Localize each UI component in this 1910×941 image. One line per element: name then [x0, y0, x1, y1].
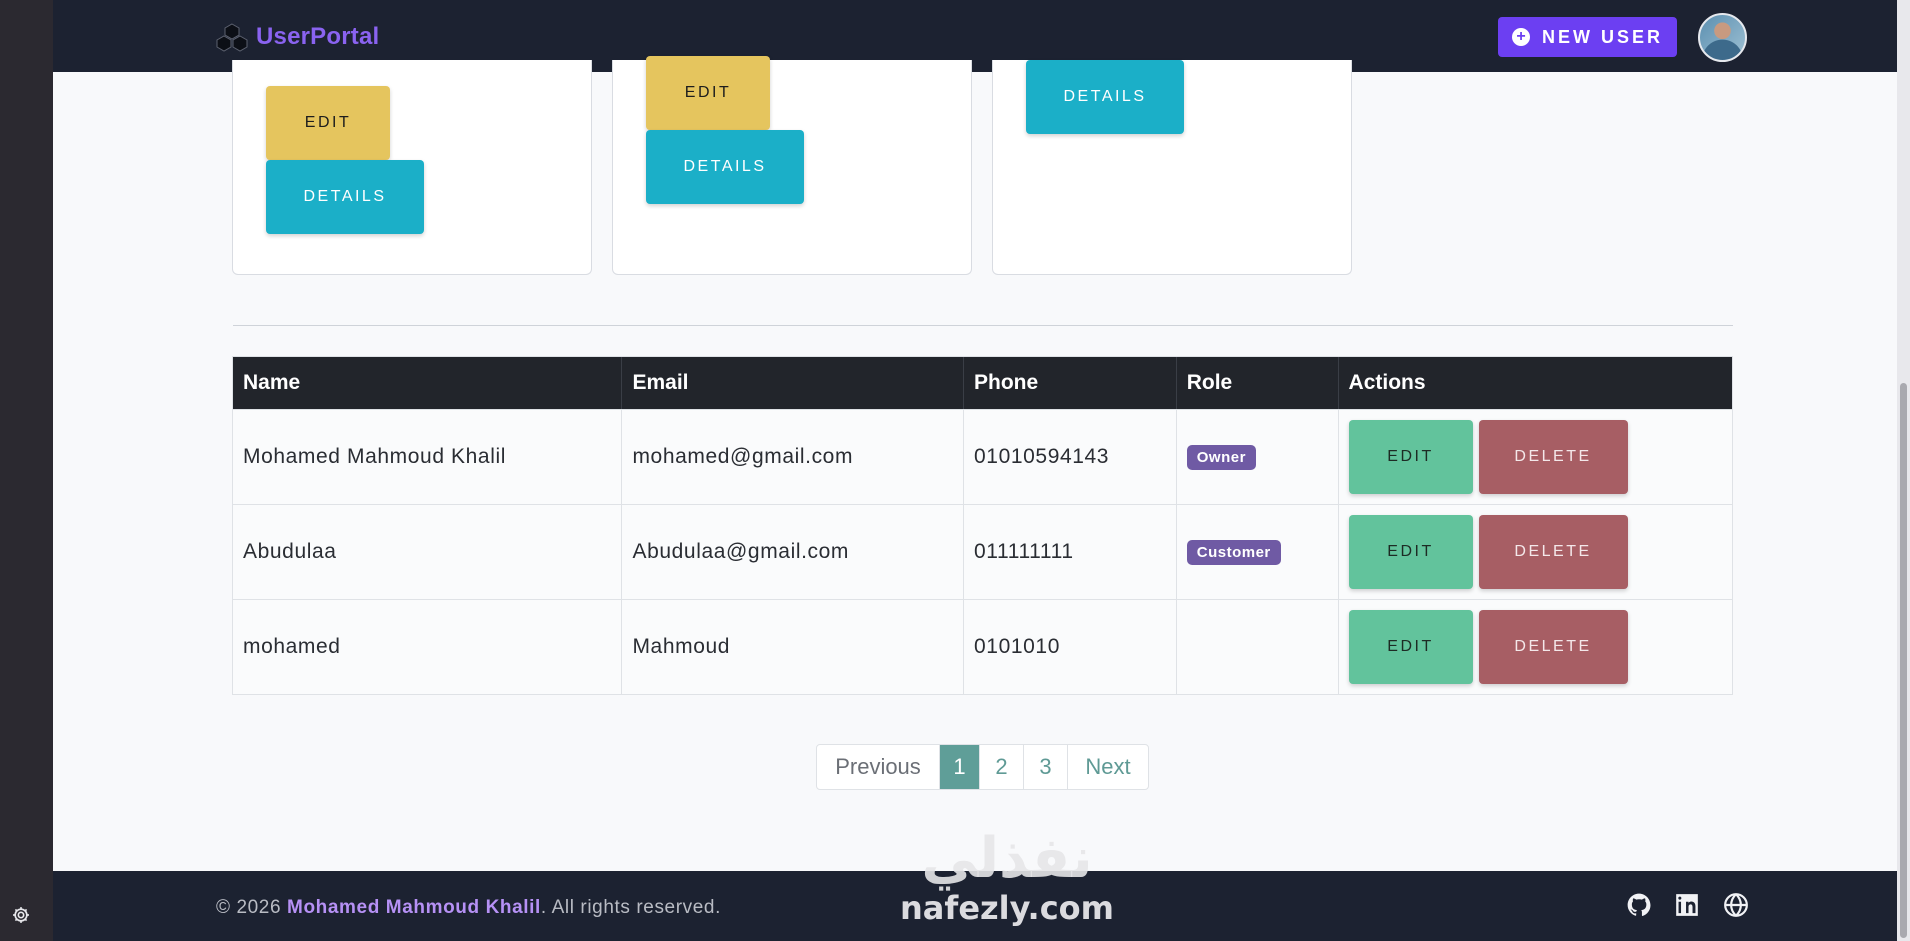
gear-icon — [13, 907, 29, 923]
brand-name: UserPortal — [256, 23, 380, 50]
cell-phone: 0101010 — [964, 600, 1177, 694]
table-row: mohamed Mahmoud 0101010 EDIT DELETE — [233, 599, 1732, 694]
cell-email: mohamed@gmail.com — [622, 410, 965, 504]
column-header-role: Role — [1177, 357, 1339, 409]
role-badge: Owner — [1186, 444, 1256, 470]
vertical-scrollbar[interactable] — [1897, 0, 1910, 941]
card-details-button[interactable]: DETAILS — [1026, 60, 1184, 134]
pagination: Previous 1 2 3 Next — [816, 744, 1149, 790]
copyright-prefix: © 2026 — [216, 897, 288, 918]
user-card: EDIT DETAILS — [232, 60, 592, 275]
delete-button[interactable]: DELETE — [1478, 420, 1628, 494]
pagination-page-1[interactable]: 1 — [940, 745, 980, 789]
users-table: Name Email Phone Role Actions Mohamed Ma… — [232, 356, 1733, 695]
cell-email: Mahmoud — [622, 600, 965, 694]
pagination-next[interactable]: Next — [1068, 745, 1148, 789]
cell-role: Customer — [1177, 505, 1339, 599]
user-card: DETAILS — [992, 60, 1352, 275]
edit-button[interactable]: EDIT — [1348, 515, 1473, 589]
delete-button[interactable]: DELETE — [1478, 610, 1628, 684]
cell-name: Mohamed Mahmoud Khalil — [233, 410, 623, 504]
copyright-suffix: . All rights reserved. — [540, 897, 721, 918]
cubes-icon — [216, 23, 248, 52]
column-header-name: Name — [233, 357, 623, 409]
cell-actions: EDIT DELETE — [1339, 600, 1732, 694]
plus-circle-icon: + — [1511, 28, 1530, 46]
cell-phone: 011111111 — [964, 505, 1177, 599]
edit-button[interactable]: EDIT — [1348, 420, 1473, 494]
column-header-email: Email — [622, 357, 965, 409]
table-header: Name Email Phone Role Actions — [233, 357, 1732, 409]
user-avatar[interactable] — [1698, 13, 1747, 62]
edit-button[interactable]: EDIT — [1348, 610, 1473, 684]
delete-button[interactable]: DELETE — [1478, 515, 1628, 589]
linkedin-icon[interactable] — [1674, 892, 1700, 918]
copyright-text: © 2026 Mohamed Mahmoud Khalil. All right… — [216, 897, 721, 919]
cell-actions: EDIT DELETE — [1339, 505, 1732, 599]
page-viewport: UserPortal + NEW USER EDIT DETAILS EDIT … — [53, 0, 1897, 941]
card-details-button[interactable]: DETAILS — [646, 130, 804, 204]
watermark-arabic: نفذلي — [921, 826, 1093, 891]
card-details-button[interactable]: DETAILS — [266, 160, 424, 234]
copyright-owner-link[interactable]: Mohamed Mahmoud Khalil — [287, 897, 541, 918]
cell-phone: 01010594143 — [964, 410, 1177, 504]
cell-email: Abudulaa@gmail.com — [622, 505, 965, 599]
column-header-phone: Phone — [964, 357, 1177, 409]
table-row: Mohamed Mahmoud Khalil mohamed@gmail.com… — [233, 409, 1732, 504]
card-edit-button[interactable]: EDIT — [646, 56, 770, 130]
settings-button[interactable] — [8, 902, 34, 928]
brand[interactable]: UserPortal — [216, 22, 379, 52]
table-row: Abudulaa Abudulaa@gmail.com 011111111 Cu… — [233, 504, 1732, 599]
nafezly-watermark: نفذلي nafezly.com — [900, 826, 1114, 938]
globe-icon[interactable] — [1723, 892, 1749, 918]
cell-role: Owner — [1177, 410, 1339, 504]
cell-role — [1177, 600, 1339, 694]
pagination-page-3[interactable]: 3 — [1024, 745, 1068, 789]
card-edit-button[interactable]: EDIT — [266, 86, 390, 160]
scrollbar-thumb[interactable] — [1900, 383, 1907, 938]
pagination-previous[interactable]: Previous — [817, 745, 940, 789]
new-user-button[interactable]: + NEW USER — [1498, 17, 1677, 57]
user-card: EDIT DETAILS — [612, 56, 972, 275]
cell-name: mohamed — [233, 600, 623, 694]
cell-actions: EDIT DELETE — [1339, 410, 1732, 504]
column-header-actions: Actions — [1348, 371, 1426, 394]
cell-name: Abudulaa — [233, 505, 623, 599]
pagination-page-2[interactable]: 2 — [980, 745, 1024, 789]
github-icon[interactable] — [1626, 892, 1652, 918]
new-user-label: NEW USER — [1541, 26, 1663, 47]
section-divider — [233, 325, 1733, 326]
left-rail — [0, 0, 53, 941]
watermark-latin: nafezly.com — [900, 889, 1114, 927]
role-badge: Customer — [1186, 539, 1281, 565]
